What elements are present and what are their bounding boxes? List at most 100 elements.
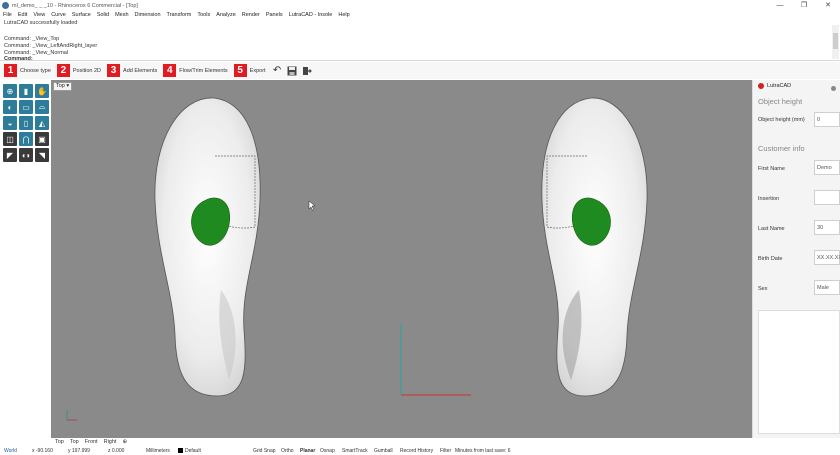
viewport-scene [66, 97, 648, 421]
left-tool-panel: ⊕ ▮ ✋ ◐ ▭ ⌓ ◒ ▯ ◭ ◫ ⋂ ▣ ◤ ◖◗ ◥ [0, 80, 51, 438]
foot-front-icon[interactable]: ⋂ [19, 132, 33, 146]
last-name-input[interactable]: 30 [814, 220, 840, 235]
add-tab-icon[interactable]: ⊕ [122, 439, 127, 445]
foot-outline-icon[interactable]: ◐ [3, 100, 17, 114]
record-history-toggle[interactable]: Record History [400, 448, 433, 454]
coord-z: z 0.000 [108, 448, 125, 454]
step-export[interactable]: 5 Export [233, 64, 266, 77]
maximize-button[interactable]: ❐ [792, 0, 816, 11]
preview-area [758, 310, 840, 434]
close-button[interactable]: ✕ [816, 0, 840, 11]
feet-pair-icon[interactable]: ◖◗ [19, 148, 33, 162]
window-controls: — ❐ ✕ [768, 0, 840, 11]
foot-back-icon[interactable]: ◥ [35, 148, 49, 162]
step-label: Add Elements [123, 67, 158, 74]
section-customer-info: Customer info [758, 144, 805, 153]
mouse-cursor [308, 200, 316, 212]
tab-top-2[interactable]: Top [70, 439, 79, 445]
workflow-toolbar: 1 Choose type 2 Position 2D 3 Add Elemen… [0, 62, 840, 79]
tab-front[interactable]: Front [85, 439, 98, 445]
heel-icon[interactable]: ◒ [3, 116, 17, 130]
step-flow-trim-elements[interactable]: 4 Flow/Trim Elements [163, 64, 228, 77]
mirror-foot-icon[interactable]: ⊕ [3, 84, 17, 98]
step-number: 3 [107, 64, 121, 77]
ortho-toggle[interactable]: Ortho [281, 448, 294, 454]
sole-icon[interactable]: ▭ [19, 100, 33, 114]
step-add-elements[interactable]: 3 Add Elements [107, 64, 157, 77]
menu-help[interactable]: Help [338, 12, 349, 18]
menu-view[interactable]: View [33, 12, 45, 18]
menu-solid[interactable]: Solid [97, 12, 109, 18]
step-number: 4 [163, 64, 177, 77]
layer-color-swatch [178, 448, 183, 454]
command-line: Command: _View_LeftAndRight_layer [4, 43, 98, 49]
object-height-input[interactable]: 0 [814, 112, 840, 127]
menu-mesh[interactable]: Mesh [115, 12, 128, 18]
lutracad-logo-icon [758, 82, 764, 89]
units-indicator[interactable]: Millimeters [146, 448, 170, 454]
menu-edit[interactable]: Edit [18, 12, 27, 18]
layer-name: Default [185, 448, 201, 454]
viewport-title: Top [56, 83, 65, 89]
menu-analyze[interactable]: Analyze [216, 12, 236, 18]
scrollbar-thumb[interactable] [833, 33, 838, 49]
cplane-indicator[interactable]: World [4, 448, 17, 454]
sex-label: Sex [758, 286, 768, 292]
foot-side-icon[interactable]: ◤ [3, 148, 17, 162]
step-number: 2 [56, 64, 70, 77]
insertion-label: Insertion [758, 196, 780, 202]
command-line: LutraCAD successfully loaded [4, 20, 78, 26]
right-insole[interactable] [541, 97, 648, 397]
hand-icon[interactable]: ✋ [35, 84, 49, 98]
menu-transform[interactable]: Transform [167, 12, 192, 18]
tab-right[interactable]: Right [104, 439, 117, 445]
filter-toggle[interactable]: Filter [440, 448, 451, 454]
menu-dimension[interactable]: Dimension [135, 12, 161, 18]
sex-select[interactable]: Male [814, 280, 840, 295]
menu-tools[interactable]: Tools [197, 12, 210, 18]
exit-icon[interactable] [302, 65, 313, 76]
menu-panels[interactable]: Panels [266, 12, 283, 18]
planar-toggle[interactable]: Planar [300, 448, 315, 454]
insertion-input[interactable] [814, 190, 840, 205]
foot-left-icon[interactable]: ▮ [19, 84, 33, 98]
gumball-toggle[interactable]: Gumball [374, 448, 393, 454]
save-info: Minutes from last save: 6 [455, 448, 511, 454]
menu-render[interactable]: Render [242, 12, 260, 18]
minimize-button[interactable]: — [768, 0, 792, 11]
metatarsal-icon[interactable]: ▯ [19, 116, 33, 130]
step-position-2d[interactable]: 2 Position 2D [56, 64, 101, 77]
first-name-input[interactable]: Demo [814, 160, 840, 175]
left-insole[interactable] [154, 97, 261, 397]
grid-snap-toggle[interactable]: Grid Snap [253, 448, 276, 454]
step-choose-type[interactable]: 1 Choose type [4, 64, 51, 77]
tab-top-1[interactable]: Top [55, 439, 64, 445]
object-height-label: Object height (mm) [758, 117, 805, 123]
menu-bar: File Edit View Curve Surface Solid Mesh … [0, 11, 840, 19]
top-viewport[interactable]: Top ▾ [51, 80, 752, 438]
viewport-title-dropdown[interactable]: Top ▾ [53, 82, 73, 91]
command-scrollbar[interactable] [832, 25, 839, 59]
help-icon[interactable] [831, 86, 836, 91]
layer-indicator[interactable]: Default [178, 448, 201, 454]
lutracad-panel: LutraCAD Object height Object height (mm… [752, 80, 840, 438]
title-bar: ml_demo_ _ _10 - Rhinoceros 6 Commercial… [0, 0, 840, 11]
undo-icon[interactable]: ↶ [272, 65, 283, 76]
rhino-app-icon [2, 2, 9, 9]
menu-curve[interactable]: Curve [51, 12, 66, 18]
command-history: LutraCAD successfully loaded Command: _V… [0, 19, 840, 62]
box-icon[interactable]: ◫ [3, 132, 17, 146]
image-icon[interactable]: ▣ [35, 132, 49, 146]
window-title: ml_demo_ _ _10 - Rhinoceros 6 Commercial… [12, 2, 138, 9]
menu-lutracad[interactable]: LutraCAD - Insole [289, 12, 333, 18]
menu-file[interactable]: File [3, 12, 12, 18]
save-icon[interactable] [287, 65, 298, 76]
osnap-toggle[interactable]: Osnap [320, 448, 335, 454]
arch-icon[interactable]: ⌓ [35, 100, 49, 114]
menu-surface[interactable]: Surface [72, 12, 91, 18]
command-line: Command: _View_Top [4, 36, 60, 42]
step-number: 5 [233, 64, 247, 77]
toe-icon[interactable]: ◭ [35, 116, 49, 130]
birth-date-input[interactable]: XX.XX.XXXX [814, 250, 840, 265]
smarttrack-toggle[interactable]: SmartTrack [342, 448, 368, 454]
